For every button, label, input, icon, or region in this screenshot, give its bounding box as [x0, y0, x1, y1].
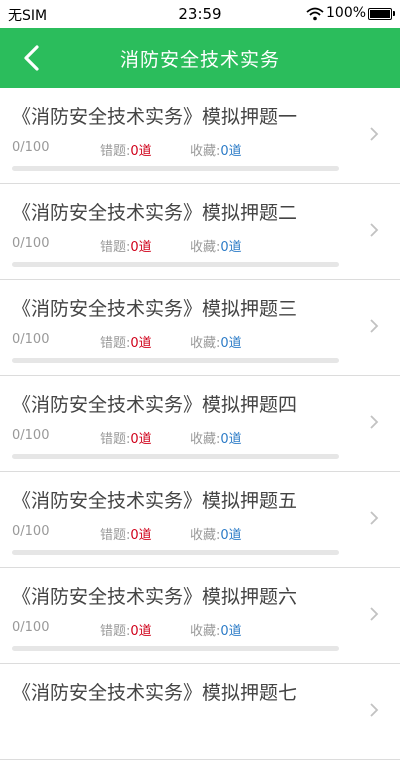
list-item[interactable]: 《消防安全技术实务》模拟押题一 0/100 错题:0道 收藏:0道	[0, 88, 400, 184]
favorite-label: 收藏:	[190, 336, 221, 351]
list-item[interactable]: 《消防安全技术实务》模拟押题四 0/100 错题:0道 收藏:0道	[0, 376, 400, 472]
wrong-label: 错题:	[100, 624, 131, 639]
progress-bar	[12, 262, 339, 267]
chevron-right-icon	[370, 415, 379, 429]
item-title: 《消防安全技术实务》模拟押题一	[12, 106, 298, 128]
wrong-count: 错题:0道	[100, 524, 152, 543]
battery-percent: 100%	[326, 5, 367, 21]
favorite-label: 收藏:	[190, 528, 221, 543]
list-item[interactable]: 《消防安全技术实务》模拟押题二 0/100 错题:0道 收藏:0道	[0, 184, 400, 280]
favorite-label: 收藏:	[190, 144, 221, 159]
favorite-count: 收藏:0道	[190, 620, 242, 639]
battery-tip-icon	[393, 11, 395, 16]
wrong-value: 0道	[130, 432, 152, 447]
favorite-count: 收藏:0道	[190, 140, 242, 159]
favorite-count: 收藏:0道	[190, 236, 242, 255]
progress-bar	[12, 550, 339, 555]
wrong-count: 错题:0道	[100, 332, 152, 351]
progress-bar	[12, 454, 339, 459]
chevron-right-icon	[370, 511, 379, 525]
wrong-count: 错题:0道	[100, 620, 152, 639]
wifi-icon	[306, 7, 324, 25]
chevron-right-icon	[370, 703, 379, 717]
wrong-label: 错题:	[100, 144, 131, 159]
wrong-count: 错题:0道	[100, 140, 152, 159]
progress-count: 0/100	[12, 332, 50, 347]
chevron-right-icon	[370, 319, 379, 333]
wrong-label: 错题:	[100, 528, 131, 543]
wrong-count: 错题:0道	[100, 428, 152, 447]
favorite-label: 收藏:	[190, 624, 221, 639]
chevron-right-icon	[370, 127, 379, 141]
wrong-value: 0道	[130, 624, 152, 639]
chevron-right-icon	[370, 607, 379, 621]
item-title: 《消防安全技术实务》模拟押题四	[12, 394, 298, 416]
wrong-value: 0道	[130, 240, 152, 255]
item-title: 《消防安全技术实务》模拟押题七	[12, 682, 298, 704]
progress-count: 0/100	[12, 140, 50, 155]
favorite-value: 0道	[220, 336, 242, 351]
favorite-value: 0道	[220, 144, 242, 159]
status-bar: 无SIM 23:59 100%	[0, 0, 400, 28]
wrong-count: 错题:0道	[100, 236, 152, 255]
wrong-label: 错题:	[100, 432, 131, 447]
item-title: 《消防安全技术实务》模拟押题六	[12, 586, 298, 608]
list-item[interactable]: 《消防安全技术实务》模拟押题三 0/100 错题:0道 收藏:0道	[0, 280, 400, 376]
favorite-value: 0道	[220, 432, 242, 447]
favorite-label: 收藏:	[190, 432, 221, 447]
item-title: 《消防安全技术实务》模拟押题三	[12, 298, 298, 320]
wrong-label: 错题:	[100, 240, 131, 255]
chevron-right-icon	[370, 223, 379, 237]
favorite-count: 收藏:0道	[190, 428, 242, 447]
exam-list: 《消防安全技术实务》模拟押题一 0/100 错题:0道 收藏:0道 《消防安全技…	[0, 88, 400, 760]
progress-bar	[12, 358, 339, 363]
wrong-label: 错题:	[100, 336, 131, 351]
progress-count: 0/100	[12, 524, 50, 539]
favorite-value: 0道	[220, 528, 242, 543]
favorite-label: 收藏:	[190, 240, 221, 255]
favorite-count: 收藏:0道	[190, 524, 242, 543]
progress-count: 0/100	[12, 428, 50, 443]
favorite-value: 0道	[220, 240, 242, 255]
list-item[interactable]: 《消防安全技术实务》模拟押题五 0/100 错题:0道 收藏:0道	[0, 472, 400, 568]
wrong-value: 0道	[130, 144, 152, 159]
item-title: 《消防安全技术实务》模拟押题五	[12, 490, 298, 512]
wrong-value: 0道	[130, 336, 152, 351]
nav-header: 消防安全技术实务	[0, 28, 400, 88]
battery-icon	[368, 8, 392, 20]
progress-bar	[12, 166, 339, 171]
item-title: 《消防安全技术实务》模拟押题二	[12, 202, 298, 224]
wrong-value: 0道	[130, 528, 152, 543]
favorite-value: 0道	[220, 624, 242, 639]
favorite-count: 收藏:0道	[190, 332, 242, 351]
progress-count: 0/100	[12, 620, 50, 635]
progress-count: 0/100	[12, 236, 50, 251]
list-item[interactable]: 《消防安全技术实务》模拟押题六 0/100 错题:0道 收藏:0道	[0, 568, 400, 664]
progress-bar	[12, 646, 339, 651]
list-item[interactable]: 《消防安全技术实务》模拟押题七	[0, 664, 400, 760]
page-title: 消防安全技术实务	[119, 49, 280, 71]
